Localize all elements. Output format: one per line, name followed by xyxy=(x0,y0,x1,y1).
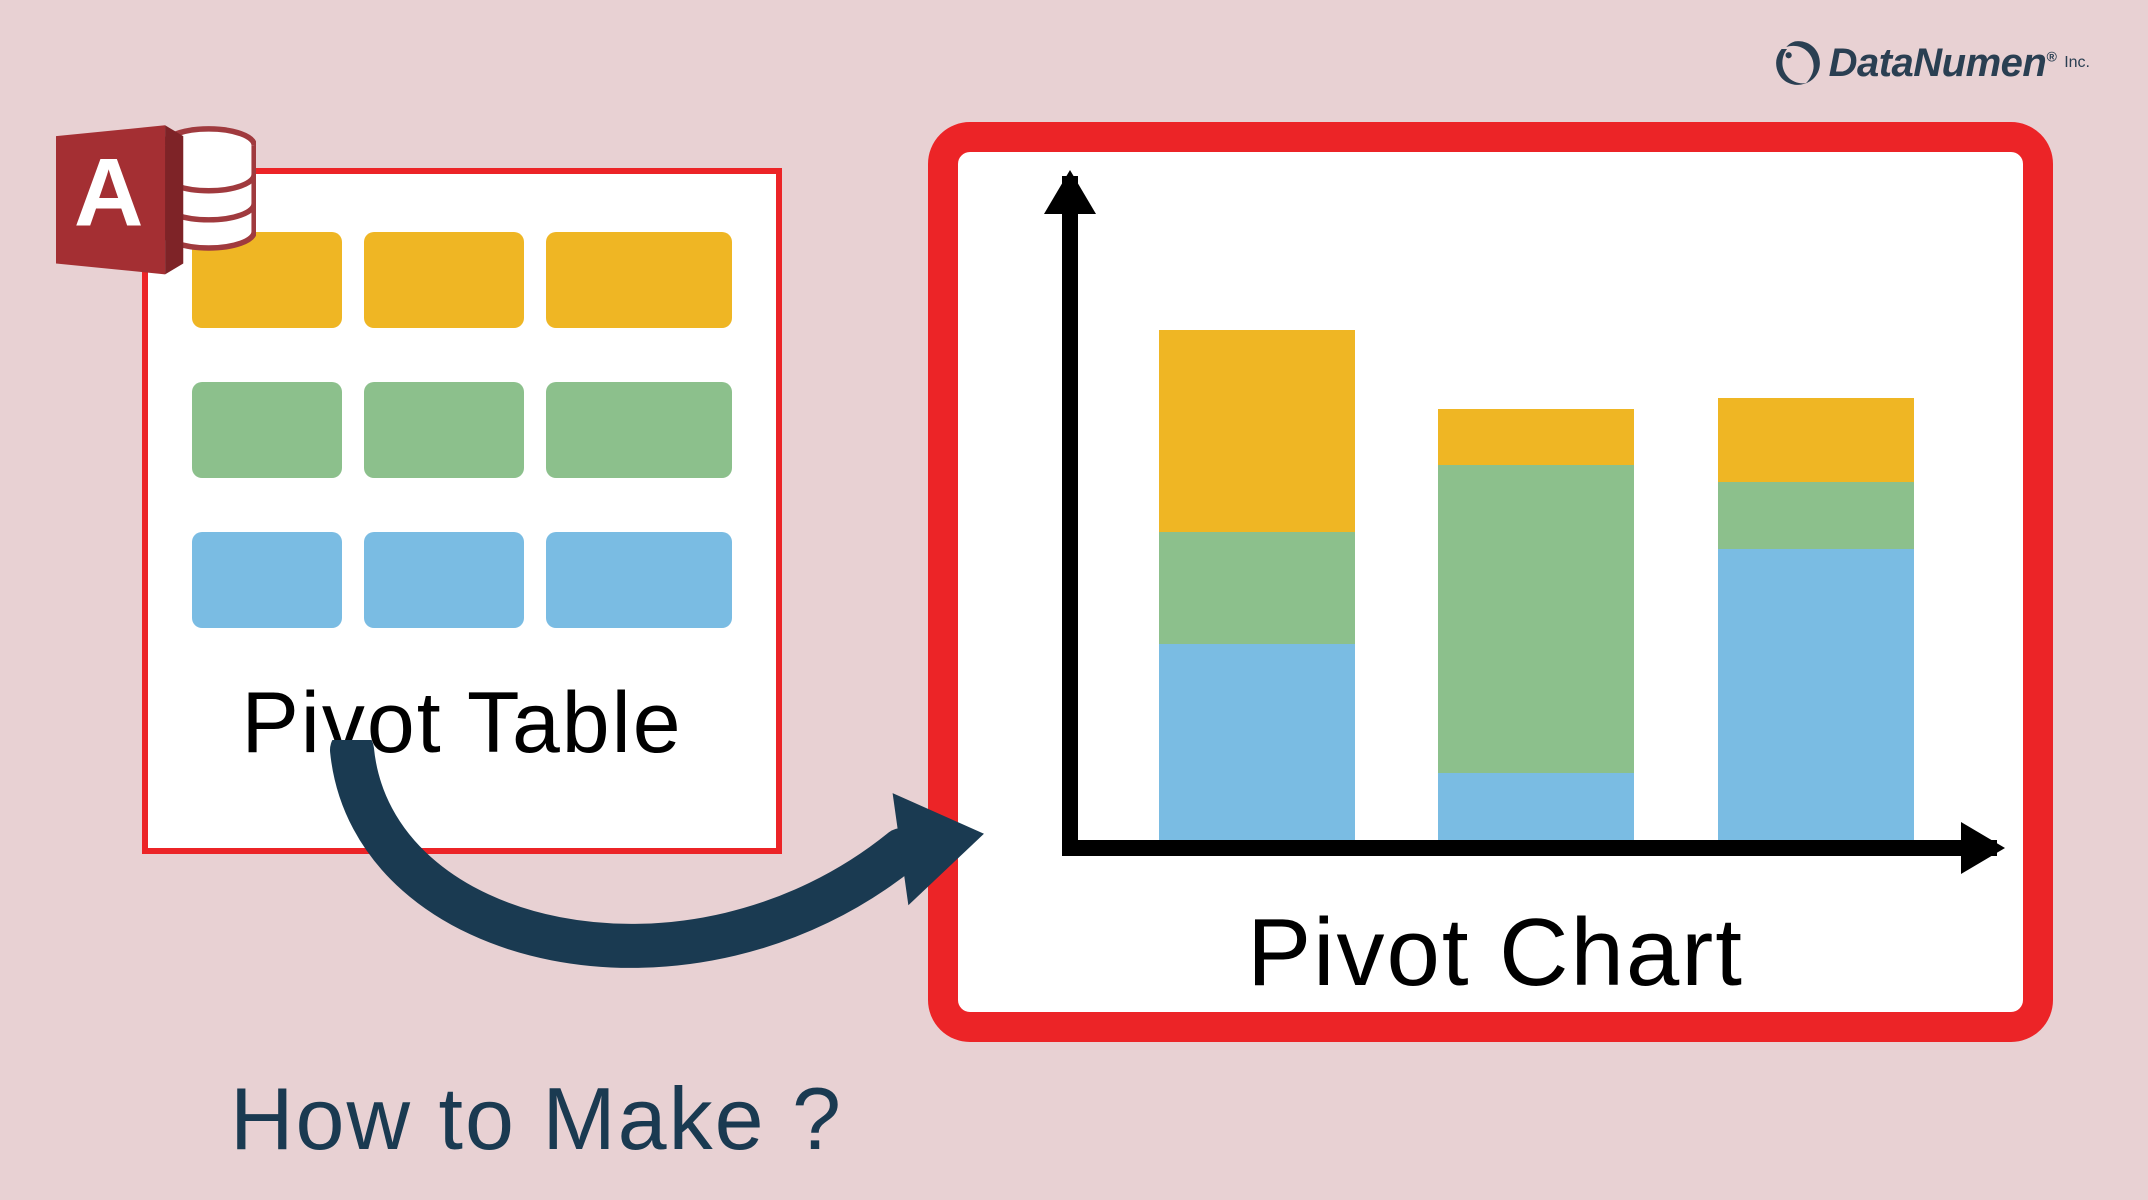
chart-bar-segment-yellow xyxy=(1718,398,1914,482)
chart-bar xyxy=(1159,330,1355,840)
logo-swirl-icon xyxy=(1773,38,1823,88)
x-axis-arrow-icon xyxy=(1961,822,2005,874)
chart-bar xyxy=(1438,409,1634,840)
x-axis-line xyxy=(1062,840,1997,856)
brand-suffix: Numen xyxy=(1913,41,2046,85)
pivot-table-cell xyxy=(192,532,342,628)
chart-bar-segment-green xyxy=(1718,482,1914,549)
chart-bar-segment-blue xyxy=(1159,644,1355,840)
brand-inc: Inc. xyxy=(2064,54,2090,72)
pivot-table-row-2 xyxy=(192,382,732,478)
pivot-table-cell xyxy=(364,382,524,478)
chart-bar-segment-yellow xyxy=(1159,330,1355,532)
chart-bar xyxy=(1718,398,1914,840)
ms-access-icon: A xyxy=(56,118,256,293)
chart-bar-segment-blue xyxy=(1438,773,1634,840)
pivot-table-cell xyxy=(192,382,342,478)
brand-registered: ® xyxy=(2046,48,2056,64)
chart-plot-area xyxy=(1002,176,1989,888)
flow-arrow-icon xyxy=(312,740,992,1060)
brand-prefix: Data xyxy=(1829,41,1914,85)
pivot-table-row-1 xyxy=(192,232,732,328)
y-axis-arrow-icon xyxy=(1044,170,1096,214)
pivot-table-cell xyxy=(546,382,732,478)
pivot-table-cell xyxy=(546,532,732,628)
caption-text: How to Make ? xyxy=(230,1068,843,1170)
chart-bar-segment-green xyxy=(1159,532,1355,644)
pivot-chart-panel: Pivot Chart xyxy=(928,122,2053,1042)
y-axis-line xyxy=(1062,176,1078,856)
pivot-table-cell xyxy=(364,232,524,328)
pivot-table-row-3 xyxy=(192,532,732,628)
chart-bar-segment-green xyxy=(1438,465,1634,773)
chart-bar-segment-blue xyxy=(1718,549,1914,840)
access-letter: A xyxy=(74,139,144,246)
chart-bars xyxy=(1124,200,1949,840)
chart-bar-segment-yellow xyxy=(1438,409,1634,465)
brand-logo: DataNumen® Inc. xyxy=(1773,38,2090,88)
brand-text: DataNumen® xyxy=(1829,41,2057,86)
pivot-table-cell xyxy=(546,232,732,328)
pivot-table-cell xyxy=(364,532,524,628)
pivot-chart-label: Pivot Chart xyxy=(1002,898,1989,1008)
